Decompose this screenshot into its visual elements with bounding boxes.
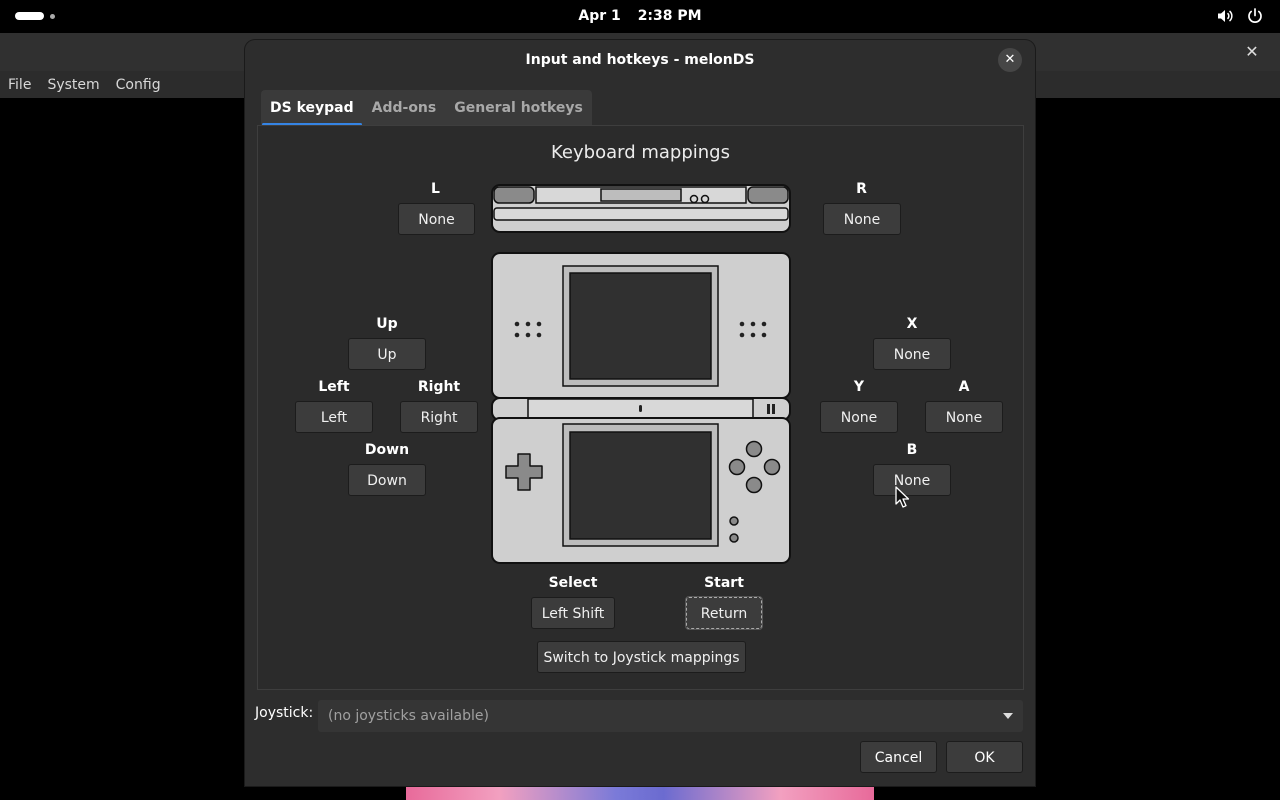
mapping-button-right[interactable]: Right xyxy=(400,401,478,433)
cancel-button[interactable]: Cancel xyxy=(860,741,937,773)
nintendo-ds-illustration xyxy=(491,184,791,564)
label-y: Y xyxy=(853,379,865,395)
system-tray[interactable] xyxy=(1216,7,1264,25)
label-down: Down xyxy=(364,442,410,458)
mapping-button-x[interactable]: None xyxy=(873,338,951,370)
label-x: X xyxy=(906,316,918,332)
input-hotkeys-dialog: Input and hotkeys - melonDS ✕ DS keypad … xyxy=(245,40,1035,786)
label-right: Right xyxy=(417,379,461,395)
label-a: A xyxy=(958,379,970,395)
keyboard-mappings-title: Keyboard mappings xyxy=(551,142,730,163)
ds-keypad-panel: Keyboard mappings L None R None Up Up Le… xyxy=(257,125,1024,690)
mapping-button-b[interactable]: None xyxy=(873,464,951,496)
menu-system[interactable]: System xyxy=(47,77,99,93)
mapping-button-l[interactable]: None xyxy=(398,203,475,235)
dialog-close-button[interactable]: ✕ xyxy=(998,48,1022,72)
mapping-button-select[interactable]: Left Shift xyxy=(531,597,615,629)
joystick-label: Joystick: xyxy=(255,705,314,721)
label-start: Start xyxy=(704,575,744,591)
ok-button[interactable]: OK xyxy=(946,741,1023,773)
switch-joystick-mappings-button[interactable]: Switch to Joystick mappings xyxy=(537,641,746,673)
mapping-button-down[interactable]: Down xyxy=(348,464,426,496)
joystick-select[interactable]: (no joysticks available) xyxy=(318,700,1023,732)
mapping-button-start[interactable]: Return xyxy=(685,596,763,630)
mapping-button-r[interactable]: None xyxy=(823,203,901,235)
clock[interactable]: Apr 1 2:38 PM xyxy=(0,0,1280,32)
tab-general-hotkeys[interactable]: General hotkeys xyxy=(445,90,592,126)
top-bar: Apr 1 2:38 PM xyxy=(0,0,1280,32)
mapping-button-a[interactable]: None xyxy=(925,401,1003,433)
background-window-close-icon[interactable]: ✕ xyxy=(1242,42,1262,62)
mapping-button-up[interactable]: Up xyxy=(348,338,426,370)
volume-icon[interactable] xyxy=(1216,7,1234,25)
label-l: L xyxy=(431,181,440,197)
tab-ds-keypad[interactable]: DS keypad xyxy=(261,90,363,126)
tab-bar: DS keypad Add-ons General hotkeys xyxy=(261,90,592,126)
power-icon[interactable] xyxy=(1246,7,1264,25)
label-select: Select xyxy=(548,575,598,591)
label-r: R xyxy=(856,181,867,197)
background-game-image xyxy=(406,786,874,800)
menu-config[interactable]: Config xyxy=(116,77,161,93)
clock-time: 2:38 PM xyxy=(637,8,702,24)
label-left: Left xyxy=(318,379,350,395)
menu-file[interactable]: File xyxy=(8,77,31,93)
label-b: B xyxy=(906,442,918,458)
tab-add-ons[interactable]: Add-ons xyxy=(363,90,446,126)
dropdown-arrow-icon xyxy=(1003,713,1013,719)
mouse-cursor-icon xyxy=(895,486,909,508)
clock-date: Apr 1 xyxy=(578,8,621,24)
mapping-button-y[interactable]: None xyxy=(820,401,898,433)
label-up: Up xyxy=(376,316,398,332)
joystick-select-value: (no joysticks available) xyxy=(328,708,489,724)
dialog-title: Input and hotkeys - melonDS xyxy=(525,52,755,68)
mapping-button-left[interactable]: Left xyxy=(295,401,373,433)
